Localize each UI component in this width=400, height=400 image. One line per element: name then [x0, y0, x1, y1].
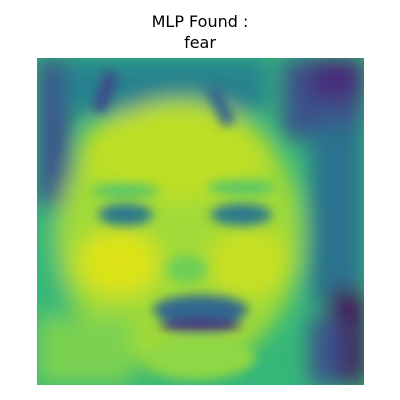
- face-image: [37, 58, 364, 385]
- prediction-label: fear: [184, 33, 216, 52]
- figure-title: MLP Found :: [151, 12, 249, 31]
